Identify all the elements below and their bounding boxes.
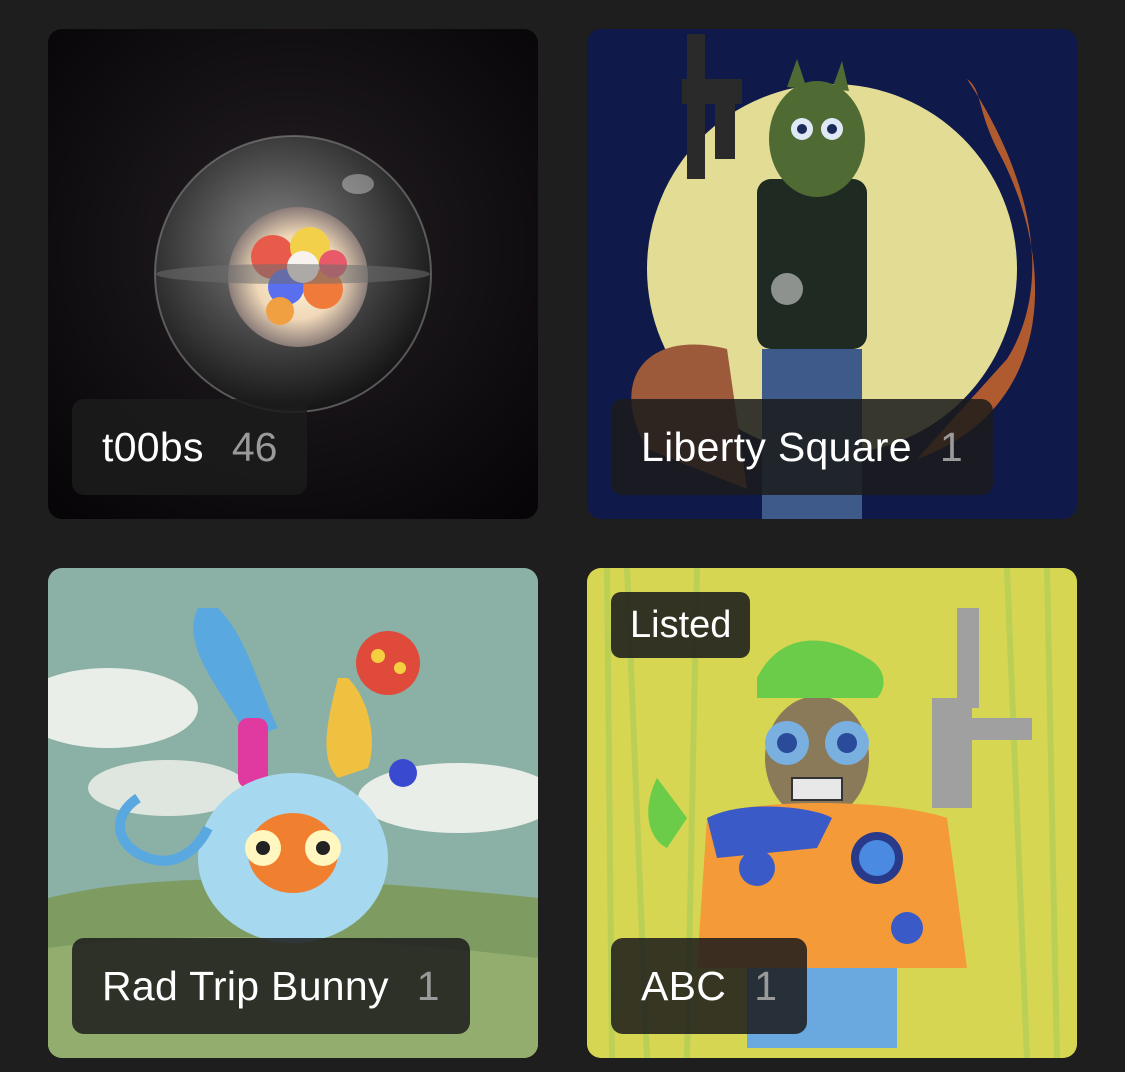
collection-card-abc[interactable]: Listed ABC 1 [587,568,1077,1058]
collection-grid: t00bs 46 Liberty Square 1 Rad Trip Bunny… [0,0,1125,1072]
collection-label: t00bs 46 [72,399,308,495]
collection-label: Rad Trip Bunny 1 [72,938,470,1034]
collection-count: 1 [416,962,440,1009]
collection-card-rad-trip-bunny[interactable]: Rad Trip Bunny 1 [48,568,538,1058]
collection-card-liberty-square[interactable]: Liberty Square 1 [587,29,1077,519]
collection-label: ABC 1 [611,938,808,1034]
listed-badge: Listed [611,592,751,658]
collection-name: Rad Trip Bunny [102,962,389,1009]
collection-count: 1 [754,962,778,1009]
collection-card-t00bs[interactable]: t00bs 46 [48,29,538,519]
collection-count: 1 [939,423,963,470]
collection-name: ABC [641,962,727,1009]
collection-name: Liberty Square [641,423,912,470]
collection-label: Liberty Square 1 [611,399,993,495]
collection-name: t00bs [102,423,204,470]
collection-count: 46 [231,423,278,470]
